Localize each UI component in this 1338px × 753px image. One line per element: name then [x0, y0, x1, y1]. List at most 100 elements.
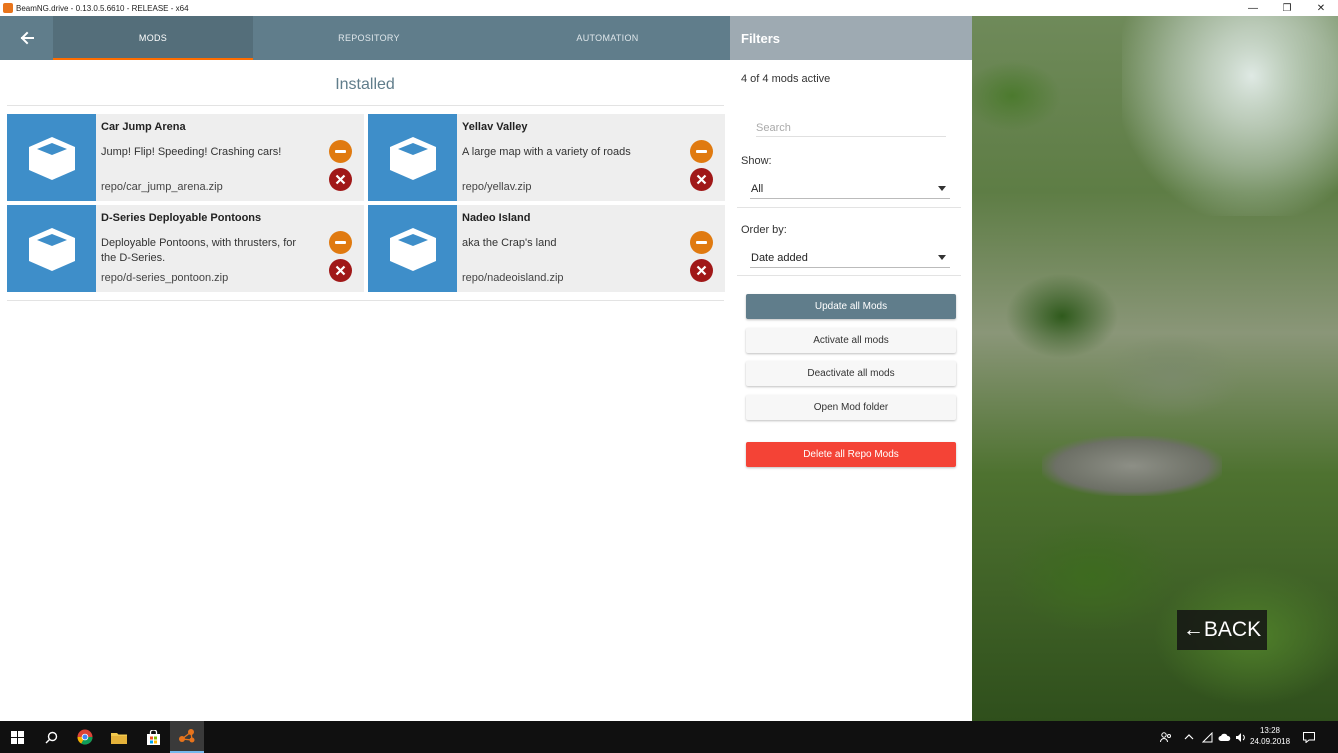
deactivate-all-mods-button[interactable]: Deactivate all mods	[746, 361, 956, 386]
mod-manager: MODS REPOSITORY AUTOMATION Filters Insta…	[0, 16, 972, 721]
minus-icon	[696, 241, 707, 244]
divider	[737, 275, 961, 276]
beamng-taskbar-button[interactable]	[170, 721, 204, 753]
mod-description: aka the Crap's land	[462, 237, 557, 249]
chevron-up-icon[interactable]	[1184, 733, 1194, 741]
box-icon	[28, 227, 75, 271]
box-icon	[389, 227, 436, 271]
mod-card-yellav-valley[interactable]: Yellav Valley A large map with a variety…	[368, 114, 725, 201]
deactivate-mod-button[interactable]	[329, 140, 352, 163]
close-icon	[335, 174, 346, 185]
delete-mod-button[interactable]	[329, 168, 352, 191]
minus-icon	[335, 241, 346, 244]
order-select[interactable]: Date added	[750, 248, 950, 268]
windows-icon	[10, 730, 24, 744]
mod-description: Deployable Pontoons, with thrusters, for…	[101, 237, 297, 264]
tab-repository[interactable]: REPOSITORY	[253, 16, 485, 60]
delete-mod-button[interactable]	[329, 259, 352, 282]
clock-date: 24.09.2018	[1250, 737, 1291, 746]
mod-thumbnail	[7, 205, 96, 292]
show-label: Show:	[741, 155, 772, 167]
mod-path: repo/yellav.zip	[462, 181, 532, 193]
divider	[7, 300, 724, 301]
volume-icon[interactable]	[1235, 732, 1247, 743]
close-window-button[interactable]: ✕	[1304, 0, 1338, 16]
close-icon	[696, 265, 707, 276]
network-icon[interactable]	[1202, 731, 1213, 743]
close-icon	[335, 265, 346, 276]
filters-title: Filters	[730, 16, 972, 60]
mod-card-car-jump-arena[interactable]: Car Jump Arena Jump! Flip! Speeding! Cra…	[7, 114, 364, 201]
show-select[interactable]: All	[750, 179, 950, 199]
explorer-taskbar-button[interactable]	[102, 721, 136, 753]
section-title: Installed	[335, 76, 395, 93]
delete-mod-button[interactable]	[690, 168, 713, 191]
delete-mod-button[interactable]	[690, 259, 713, 282]
scene-back-button[interactable]: ←BACK	[1177, 610, 1267, 650]
mod-description: A large map with a variety of roads	[462, 146, 631, 158]
update-all-mods-button[interactable]: Update all Mods	[746, 294, 956, 319]
minimize-button[interactable]: —	[1236, 0, 1270, 16]
people-icon[interactable]	[1160, 731, 1172, 743]
chrome-icon	[77, 729, 93, 745]
tab-automation[interactable]: AUTOMATION	[485, 16, 730, 60]
box-icon	[389, 136, 436, 180]
scene-sky	[1122, 16, 1338, 216]
box-icon	[28, 136, 75, 180]
search-icon	[45, 731, 57, 743]
delete-all-repo-mods-button[interactable]: Delete all Repo Mods	[746, 442, 956, 467]
mod-thumbnail	[368, 205, 457, 292]
system-tray	[1160, 721, 1247, 753]
order-label: Order by:	[741, 224, 787, 236]
search-input[interactable]	[756, 119, 946, 137]
store-icon	[146, 729, 160, 745]
mod-thumbnail	[7, 114, 96, 201]
clock[interactable]: 13:28 24.09.2018	[1250, 725, 1290, 747]
arrow-left-icon	[20, 31, 34, 45]
start-button[interactable]	[0, 721, 34, 753]
deactivate-mod-button[interactable]	[690, 231, 713, 254]
taskbar: 13:28 24.09.2018	[0, 721, 1338, 753]
top-nav: MODS REPOSITORY AUTOMATION	[0, 16, 730, 60]
mod-thumbnail	[368, 114, 457, 201]
maximize-button[interactable]: ❐	[1270, 0, 1304, 16]
mod-description: Jump! Flip! Speeding! Crashing cars!	[101, 146, 282, 158]
active-mods-count: 4 of 4 mods active	[741, 73, 831, 85]
show-select-value: All	[751, 182, 764, 195]
beamng-app-icon	[3, 3, 13, 13]
mod-name: Nadeo Island	[462, 212, 531, 224]
mod-path: repo/d-series_pontoon.zip	[101, 272, 229, 284]
minus-icon	[696, 150, 707, 153]
clock-time: 13:28	[1259, 726, 1281, 735]
mod-card-d-series-pontoons[interactable]: D-Series Deployable Pontoons Deployable …	[7, 205, 364, 292]
mod-card-nadeo-island[interactable]: Nadeo Island aka the Crap's land repo/na…	[368, 205, 725, 292]
activate-all-mods-button[interactable]: Activate all mods	[746, 328, 956, 353]
mod-name: Yellav Valley	[462, 121, 528, 133]
close-icon	[696, 174, 707, 185]
mod-name: D-Series Deployable Pontoons	[101, 212, 262, 224]
divider	[737, 207, 961, 208]
divider	[7, 105, 724, 106]
scene-rock	[1042, 436, 1222, 496]
window-titlebar: BeamNG.drive - 0.13.0.5.6610 - RELEASE -…	[0, 0, 1338, 16]
game-scene: ←BACK	[972, 16, 1338, 721]
order-select-value: Date added	[751, 251, 808, 264]
filters-panel: 4 of 4 mods active Show: All Order by: D…	[730, 60, 972, 721]
tab-mods[interactable]: MODS	[53, 16, 253, 60]
beamng-icon	[179, 729, 195, 743]
caret-down-icon	[938, 186, 946, 191]
folder-icon	[111, 732, 127, 744]
notification-icon	[1303, 731, 1315, 743]
deactivate-mod-button[interactable]	[329, 231, 352, 254]
back-button[interactable]	[0, 16, 53, 60]
store-taskbar-button[interactable]	[136, 721, 170, 753]
chrome-taskbar-button[interactable]	[68, 721, 102, 753]
window-controls: — ❐ ✕	[1236, 0, 1338, 16]
search-taskbar-button[interactable]	[34, 721, 68, 753]
deactivate-mod-button[interactable]	[690, 140, 713, 163]
open-mod-folder-button[interactable]: Open Mod folder	[746, 395, 956, 420]
notifications-button[interactable]	[1294, 721, 1324, 753]
window-title: BeamNG.drive - 0.13.0.5.6610 - RELEASE -…	[16, 3, 189, 13]
caret-down-icon	[938, 255, 946, 260]
cloud-icon[interactable]	[1218, 733, 1231, 742]
